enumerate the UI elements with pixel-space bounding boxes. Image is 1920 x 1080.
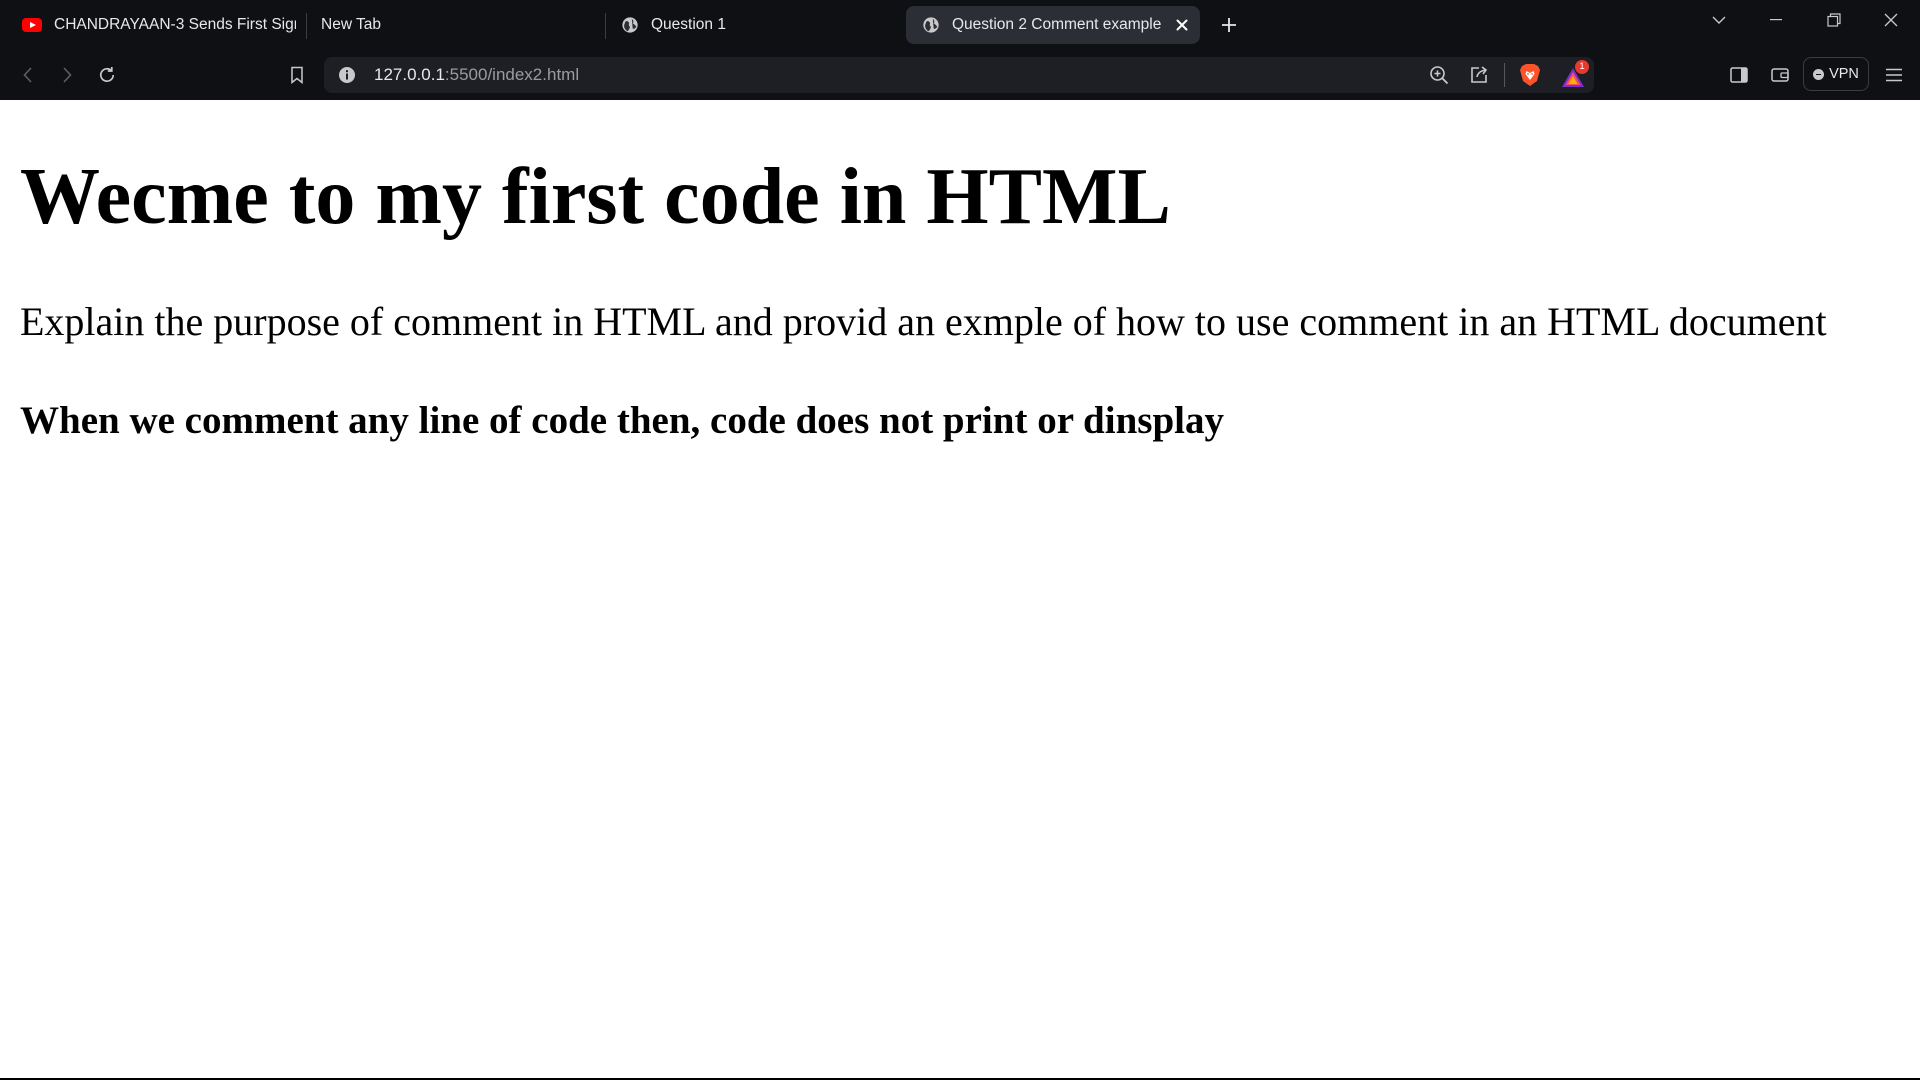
tab-question-2[interactable]: Question 2 Comment example [906,6,1200,44]
vpn-status-icon [1813,68,1825,80]
forward-arrow-icon[interactable] [51,59,83,91]
tab-question-1[interactable]: Question 1 [605,6,895,44]
url-host: 127.0.0.1 [374,65,445,84]
tab-youtube[interactable]: CHANDRAYAAN-3 Sends First Signal [6,6,296,44]
restore-button[interactable] [1816,6,1852,34]
page-subheading: When we comment any line of code then, c… [20,399,1224,442]
url-text[interactable]: 127.0.0.1:5500/index2.html [374,65,579,85]
bookmark-icon[interactable] [281,59,313,91]
browser-chrome: CHANDRAYAAN-3 Sends First Signal New Tab… [0,0,1920,100]
tab-search-chevron-icon[interactable] [1701,6,1737,34]
zoom-icon[interactable] [1429,65,1449,85]
url-path: :5500/index2.html [444,65,580,84]
wallet-icon[interactable] [1764,59,1796,91]
tab-new-tab[interactable]: New Tab [305,6,595,44]
share-icon[interactable] [1469,65,1489,85]
page-heading: Wecme to my first code in HTML [20,153,1171,241]
close-tab-icon[interactable] [1172,15,1192,35]
back-arrow-icon[interactable] [12,59,44,91]
address-bar[interactable]: 127.0.0.1:5500/index2.html 1 [324,57,1594,93]
sidebar-toggle-icon[interactable] [1723,59,1755,91]
brave-shields-icon[interactable] [1519,63,1541,87]
rewards-badge: 1 [1575,60,1589,74]
page-viewport: Wecme to my first code in HTML Explain t… [0,100,1920,1080]
omnibox-divider [1504,63,1505,87]
globe-icon [622,17,638,33]
tab-title: Question 1 [651,16,726,33]
youtube-icon [22,18,42,32]
close-window-button[interactable] [1873,6,1909,34]
vpn-label: VPN [1829,66,1859,82]
tab-strip: CHANDRAYAAN-3 Sends First Signal New Tab… [0,0,1920,50]
brave-rewards-icon[interactable]: 1 [1561,60,1589,89]
reload-icon[interactable] [91,59,123,91]
site-info-icon[interactable] [338,66,356,84]
page-paragraph: Explain the purpose of comment in HTML a… [20,299,1827,344]
tab-title: New Tab [321,16,382,33]
tab-title: Question 2 Comment example [952,16,1162,33]
new-tab-button[interactable] [1218,12,1240,38]
browser-toolbar: 127.0.0.1:5500/index2.html 1 VPN [0,50,1920,100]
globe-icon [923,17,939,33]
vpn-button[interactable]: VPN [1803,57,1869,91]
tab-title: CHANDRAYAAN-3 Sends First Signal [54,16,296,33]
minimize-button[interactable] [1758,6,1794,34]
menu-hamburger-icon[interactable] [1878,59,1910,91]
